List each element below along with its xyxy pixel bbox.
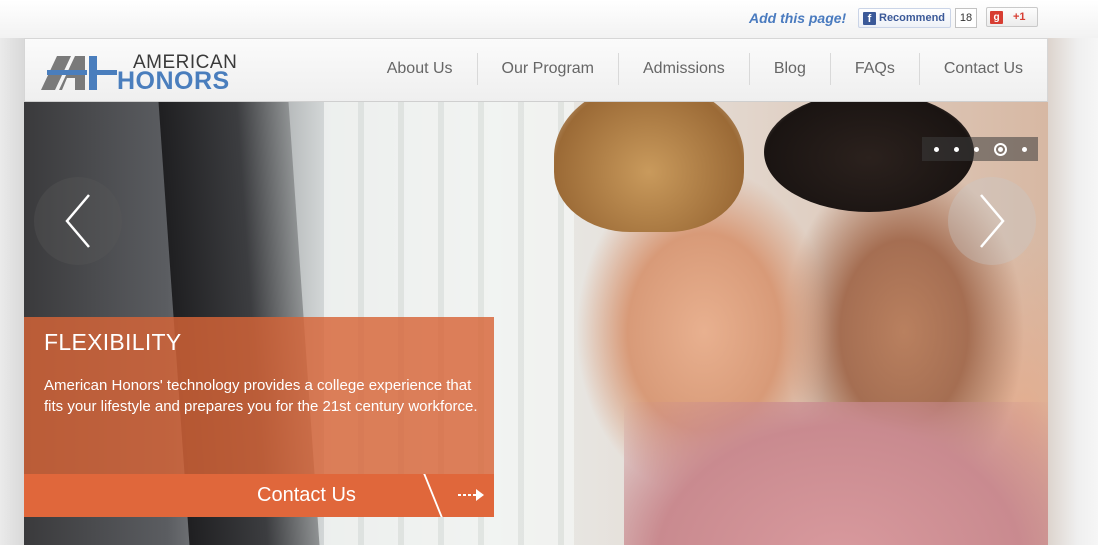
cta-divider xyxy=(423,474,443,517)
nav-about-us[interactable]: About Us xyxy=(363,53,477,85)
logo-text-honors: HONORS xyxy=(117,67,230,95)
google-plus-icon: g xyxy=(990,10,1003,24)
slider-dot[interactable] xyxy=(953,146,959,152)
logo-mark-icon xyxy=(41,56,117,90)
nav-contact-us[interactable]: Contact Us xyxy=(918,53,1047,85)
facebook-count: 18 xyxy=(955,8,977,28)
hero-photo-shirt xyxy=(624,402,1048,545)
add-this-page-label: Add this page! xyxy=(749,10,847,26)
contact-us-button[interactable]: Contact Us xyxy=(24,474,494,517)
nav-our-program[interactable]: Our Program xyxy=(476,53,618,85)
google-plus-label: +1 xyxy=(1013,11,1026,23)
nav-blog[interactable]: Blog xyxy=(748,53,830,85)
slider-dot-active[interactable] xyxy=(993,142,1007,156)
american-honors-logo[interactable]: AMERICAN HONORS xyxy=(41,52,271,95)
slider-dot[interactable] xyxy=(1021,146,1027,152)
facebook-icon: f xyxy=(863,11,876,25)
facebook-recommend-label: Recommend xyxy=(879,12,946,24)
page-background-left xyxy=(0,38,24,545)
nav-admissions[interactable]: Admissions xyxy=(618,53,749,85)
slide-caption-panel: FLEXIBILITY American Honors' technology … xyxy=(24,317,494,474)
slide-description: American Honors' technology provides a c… xyxy=(44,377,478,415)
main-nav: About Us Our Program Admissions Blog FAQ… xyxy=(363,53,1047,85)
google-plus-button[interactable]: g +1 xyxy=(986,7,1038,27)
social-bar: Add this page! f Recommend 18 g +1 xyxy=(0,0,1098,38)
facebook-recommend-button[interactable]: f Recommend xyxy=(858,8,951,28)
slider-prev-button[interactable] xyxy=(34,177,122,265)
nav-faqs[interactable]: FAQs xyxy=(829,53,919,85)
slider-pagination xyxy=(922,137,1038,161)
slider-dot[interactable] xyxy=(973,146,979,152)
chevron-left-icon xyxy=(65,194,90,248)
slide-title: FLEXIBILITY xyxy=(44,329,182,355)
page-background-right xyxy=(1047,38,1098,545)
slider-next-button[interactable] xyxy=(948,177,1036,265)
chevron-right-icon xyxy=(980,194,1005,248)
hero-photo-person xyxy=(554,102,744,232)
contact-us-label: Contact Us xyxy=(257,484,356,506)
hero-slider: FLEXIBILITY American Honors' technology … xyxy=(24,102,1048,545)
arrow-right-icon xyxy=(458,489,484,501)
slider-dot[interactable] xyxy=(933,146,939,152)
site-header: AMERICAN HONORS About Us Our Program Adm… xyxy=(24,38,1048,102)
